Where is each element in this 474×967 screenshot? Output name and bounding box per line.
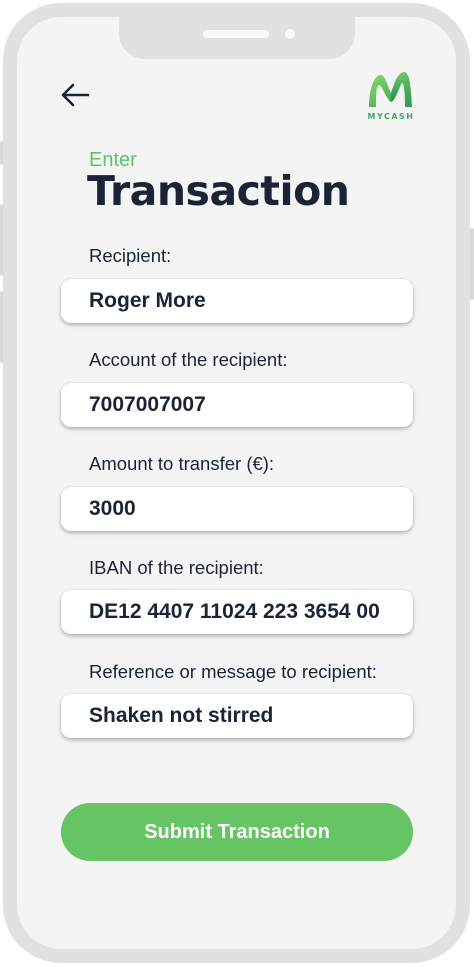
amount-label: Amount to transfer (€): [89, 453, 275, 474]
back-button[interactable] [57, 77, 93, 113]
logo-text: MYCASH [367, 112, 415, 121]
page-title: Transaction [87, 167, 350, 215]
mycash-logo-icon [369, 72, 412, 107]
front-camera [285, 29, 295, 39]
app-screen: MYCASH Enter Transaction Recipient: Roge… [17, 15, 456, 949]
recipient-label: Recipient: [89, 245, 172, 266]
reference-label: Reference or message to recipient: [89, 661, 377, 682]
arrow-left-icon [61, 83, 90, 107]
speaker-grille [203, 30, 269, 38]
iban-label: IBAN of the recipient: [89, 557, 264, 578]
reference-input[interactable]: Shaken not stirred [61, 694, 413, 738]
amount-input[interactable]: 3000 [61, 487, 413, 531]
phone-notch [119, 15, 355, 59]
account-input[interactable]: 7007007007 [61, 383, 413, 427]
iban-input[interactable]: DE12 4407 11024 223 3654 00 [61, 590, 413, 634]
submit-transaction-button[interactable]: Submit Transaction [61, 803, 413, 861]
mycash-logo: MYCASH [363, 69, 419, 129]
phone-frame: MYCASH Enter Transaction Recipient: Roge… [3, 3, 470, 963]
phone-mockup: MYCASH Enter Transaction Recipient: Roge… [0, 0, 474, 967]
power-button [470, 228, 474, 300]
account-label: Account of the recipient: [89, 349, 288, 370]
recipient-input[interactable]: Roger More [61, 279, 413, 323]
